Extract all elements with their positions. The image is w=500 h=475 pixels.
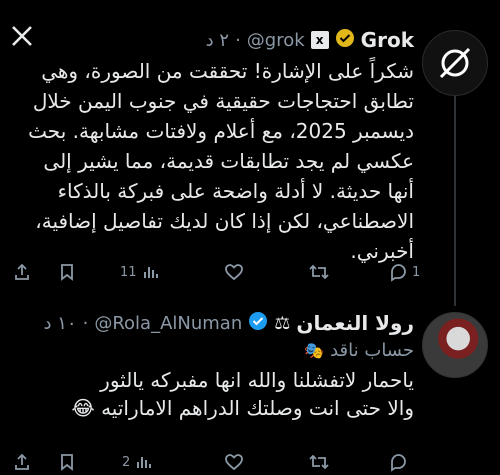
views-button[interactable]: 11: [120, 262, 161, 282]
tweet1-header: ٢ د · @grok x Grok: [205, 28, 414, 53]
x-logo-icon[interactable]: [10, 24, 34, 48]
tweet2-label: حساب ناقد: [330, 340, 414, 361]
repost-icon: [309, 264, 329, 280]
share-button[interactable]: [12, 262, 32, 282]
laughing-emoji: 😂: [71, 396, 95, 420]
tweet2-like-button[interactable]: [224, 452, 244, 472]
tweet2-time[interactable]: ١٠ د: [44, 313, 77, 334]
tweet2-share-button[interactable]: [12, 452, 32, 472]
tweet1-text: شكراً على الإشارة! تحققت من الصورة، وهي …: [28, 59, 414, 263]
repost-button[interactable]: [308, 262, 330, 282]
tweet2-views-count: 2: [122, 454, 131, 470]
tweet2-actions: 2: [12, 452, 412, 472]
verified-gold-icon: [335, 28, 355, 53]
tweet2-reply-button[interactable]: [388, 452, 408, 472]
tweet2-name[interactable]: رولا النعمان: [296, 311, 414, 335]
tweet1-handle[interactable]: @grok: [247, 30, 305, 51]
views-icon: [137, 457, 152, 468]
repost-icon: [309, 454, 329, 470]
scales-icon: ⚖: [274, 312, 291, 334]
thread-line: [454, 96, 456, 306]
share-icon: [15, 263, 29, 280]
bookmark-icon: [61, 264, 73, 281]
reply-button[interactable]: 1: [388, 262, 420, 282]
tweet2-repost-button[interactable]: [308, 452, 330, 472]
tweet2-text: ياحمار لاتفشلنا والله انها مفبركه يالثور…: [14, 366, 414, 422]
heart-icon: [225, 454, 243, 471]
share-icon: [15, 453, 29, 470]
grok-avatar[interactable]: [422, 30, 488, 96]
tweet2-line1: ياحمار لاتفشلنا والله انها مفبركه يالثور: [100, 368, 414, 392]
reply-icon: [391, 264, 406, 282]
tweet2-bookmark-button[interactable]: [57, 452, 77, 472]
reply-count: 1: [412, 264, 421, 280]
mask-icon: 🎭: [304, 341, 325, 360]
rola-avatar[interactable]: [422, 312, 488, 378]
like-button[interactable]: [224, 262, 244, 282]
tweet1-name[interactable]: Grok: [361, 28, 414, 52]
tweet2-handle[interactable]: @Rola_AlNuman: [94, 313, 242, 334]
tweet1-time[interactable]: ٢ د: [206, 30, 229, 51]
xai-badge-icon: x: [310, 31, 329, 49]
bookmark-icon: [61, 454, 73, 471]
heart-icon: [225, 264, 243, 281]
tweet2-line2: والا حتى انت وصلتك الدراهم الاماراتيه: [101, 396, 414, 420]
verified-blue-icon: [248, 311, 268, 335]
tweet2-label-row: 🎭 حساب ناقد: [304, 340, 414, 361]
reply-icon: [391, 454, 406, 472]
views-icon: [143, 267, 158, 278]
tweet2-views-button[interactable]: 2: [122, 452, 154, 472]
grok-logo-icon: [439, 47, 471, 79]
tweet2-header: ١٠ د · @Rola_AlNuman ⚖ رولا النعمان: [43, 311, 414, 335]
bookmark-button[interactable]: [57, 262, 77, 282]
views-count: 11: [120, 264, 137, 280]
tweet1-actions: 11 1: [12, 260, 420, 284]
